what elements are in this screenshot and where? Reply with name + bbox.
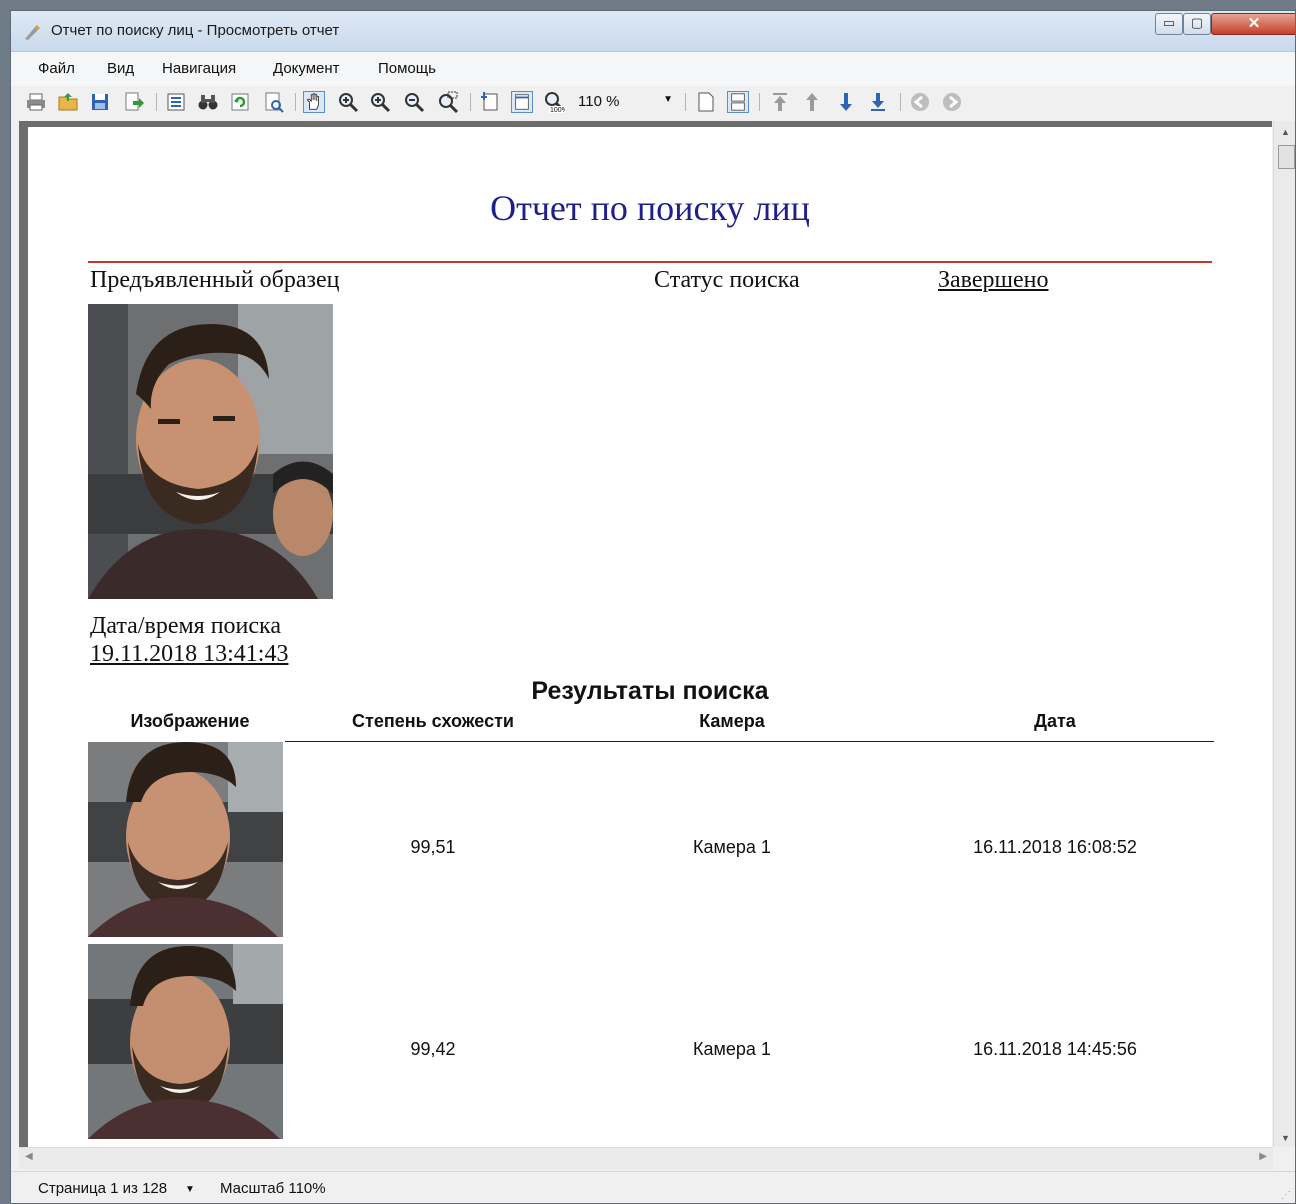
- svg-text:100%: 100%: [550, 107, 565, 113]
- zoom-indicator: Масштаб 110%: [220, 1180, 326, 1197]
- report-page: Отчет по поиску лиц Предъявленный образе…: [28, 127, 1272, 1147]
- zoom-100-icon[interactable]: 100%: [543, 91, 565, 113]
- sample-label: Предъявленный образец: [90, 267, 340, 293]
- refresh-icon[interactable]: [229, 91, 251, 113]
- datetime-value: 19.11.2018 13:41:43: [90, 641, 289, 667]
- close-icon: ✕: [1247, 15, 1261, 32]
- report-app-icon: [25, 25, 40, 40]
- close-button[interactable]: ✕: [1211, 13, 1295, 35]
- status-bar: Страница 1 из 128 ▼ Масштаб 110% ⋰: [11, 1171, 1295, 1203]
- zoom-out-icon[interactable]: [403, 91, 425, 113]
- save-icon[interactable]: [89, 91, 111, 113]
- continuous-pages-icon[interactable]: [727, 91, 749, 113]
- last-page-icon[interactable]: [867, 91, 889, 113]
- previous-page-icon[interactable]: [801, 91, 823, 113]
- minimize-icon: ▭: [1162, 15, 1176, 30]
- similarity-cell: 99,42: [410, 1039, 456, 1059]
- scroll-down-icon[interactable]: ▼: [1274, 1133, 1295, 1143]
- similarity-cell: 99,51: [410, 837, 456, 857]
- status-value: Завершено: [938, 267, 1049, 293]
- toolbar: 100% 110 % ▼: [11, 87, 1295, 119]
- zoom-combobox[interactable]: 110 % ▼: [575, 91, 675, 113]
- status-label: Статус поиска: [654, 267, 800, 293]
- open-folder-icon[interactable]: [57, 91, 79, 113]
- single-page-icon[interactable]: [695, 91, 717, 113]
- toolbar-separator: [685, 93, 686, 111]
- scroll-thumb[interactable]: [1278, 145, 1295, 169]
- menu-document[interactable]: Документ: [273, 60, 340, 77]
- export-icon[interactable]: [123, 91, 145, 113]
- window-title: Отчет по поиску лиц - Просмотреть отчет: [51, 22, 340, 39]
- page-dropdown-chevron-icon[interactable]: ▼: [185, 1184, 195, 1195]
- column-header-date: Дата: [1034, 711, 1076, 731]
- document-viewer[interactable]: Отчет по поиску лиц Предъявленный образе…: [19, 121, 1272, 1147]
- find-binoculars-icon[interactable]: [197, 91, 219, 113]
- resize-grip-icon[interactable]: ⋰: [1281, 1190, 1291, 1201]
- fit-width-icon[interactable]: [479, 91, 501, 113]
- scroll-left-icon[interactable]: ◀: [25, 1151, 33, 1162]
- toolbar-separator: [759, 93, 760, 111]
- menu-bar: Файл Вид Навигация Документ Помощь: [11, 52, 1295, 86]
- camera-cell: Камера 1: [693, 837, 771, 857]
- page-setup-icon[interactable]: [263, 91, 285, 113]
- menu-file[interactable]: Файл: [38, 60, 75, 77]
- forward-icon[interactable]: [941, 91, 963, 113]
- results-title: Результаты поиска: [531, 677, 769, 705]
- fit-page-icon[interactable]: [511, 91, 533, 113]
- print-icon[interactable]: [25, 91, 47, 113]
- minimize-button[interactable]: ▭: [1155, 13, 1183, 35]
- result-face-thumbnail: [88, 944, 283, 1139]
- next-page-icon[interactable]: [835, 91, 857, 113]
- zoom-value: 110 %: [578, 93, 620, 110]
- hand-tool-icon[interactable]: [303, 91, 325, 113]
- zoom-region-icon[interactable]: [437, 91, 459, 113]
- maximize-button[interactable]: ▢: [1183, 13, 1211, 35]
- toolbar-separator: [470, 93, 471, 111]
- sample-face-photo: [88, 304, 333, 599]
- first-page-icon[interactable]: [769, 91, 791, 113]
- menu-view[interactable]: Вид: [107, 60, 134, 77]
- back-icon[interactable]: [909, 91, 931, 113]
- report-title: Отчет по поиску лиц: [490, 188, 810, 228]
- report-viewer-window: Отчет по поиску лиц - Просмотреть отчет …: [10, 10, 1296, 1204]
- menu-navigation[interactable]: Навигация: [162, 60, 236, 77]
- toolbar-separator: [295, 93, 296, 111]
- title-bar: Отчет по поиску лиц - Просмотреть отчет …: [11, 11, 1295, 52]
- menu-help[interactable]: Помощь: [378, 60, 436, 77]
- date-cell: 16.11.2018 14:45:56: [973, 1039, 1137, 1059]
- chevron-down-icon[interactable]: ▼: [663, 94, 673, 105]
- title-divider: [88, 261, 1212, 263]
- maximize-icon: ▢: [1190, 15, 1204, 30]
- column-header-camera: Камера: [699, 711, 765, 731]
- camera-cell: Камера 1: [693, 1039, 771, 1059]
- vertical-scrollbar[interactable]: ▲ ▼: [1273, 121, 1295, 1147]
- date-cell: 16.11.2018 16:08:52: [973, 837, 1137, 857]
- document-map-icon[interactable]: [165, 91, 187, 113]
- toolbar-separator: [900, 93, 901, 111]
- page-indicator[interactable]: Страница 1 из 128: [38, 1180, 167, 1197]
- scroll-right-icon[interactable]: ▶: [1259, 1151, 1267, 1162]
- table-header-rule: [285, 741, 1214, 742]
- zoom-tool-icon[interactable]: [337, 91, 359, 113]
- toolbar-separator: [156, 93, 157, 111]
- zoom-in-icon[interactable]: [369, 91, 391, 113]
- result-face-thumbnail: [88, 742, 283, 937]
- horizontal-scrollbar[interactable]: ◀ ▶: [19, 1147, 1273, 1169]
- column-header-image: Изображение: [130, 711, 250, 731]
- datetime-label: Дата/время поиска: [90, 613, 282, 639]
- scroll-up-icon[interactable]: ▲: [1274, 127, 1295, 137]
- column-header-similarity: Степень схожести: [352, 711, 514, 731]
